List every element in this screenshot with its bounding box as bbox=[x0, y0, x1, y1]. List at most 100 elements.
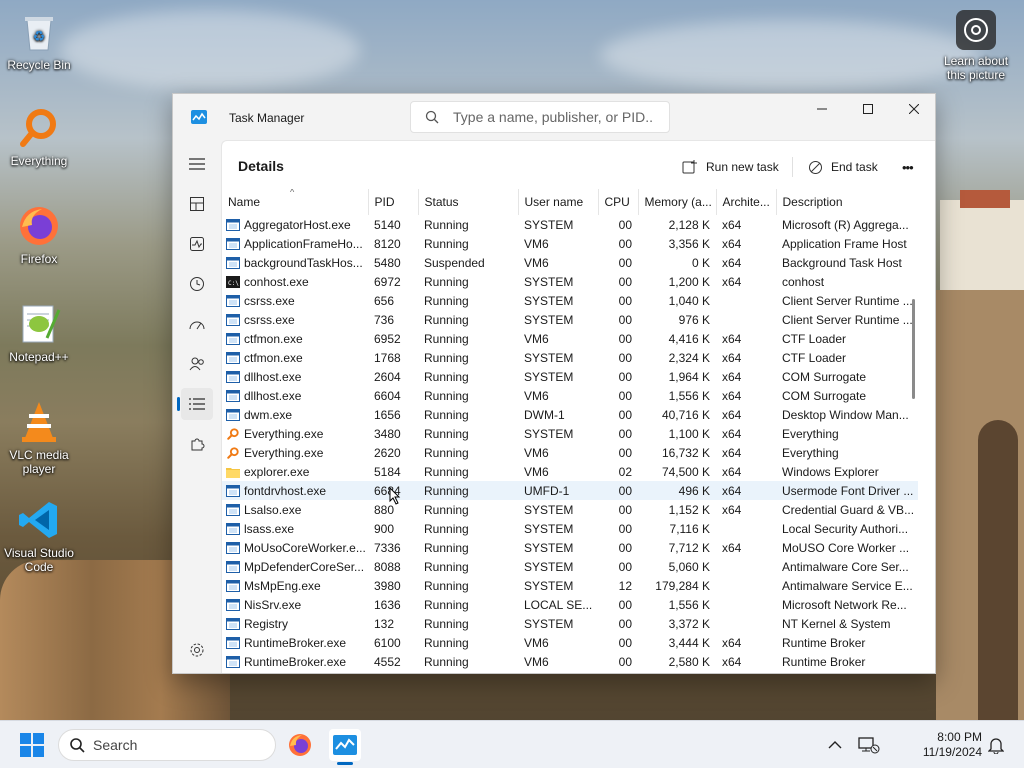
cell-description: CTF Loader bbox=[782, 350, 847, 365]
cell-architecture: x64 bbox=[716, 481, 776, 500]
column-header-name[interactable]: ^ Name bbox=[222, 189, 369, 215]
cell-status: Running bbox=[424, 274, 469, 289]
table-row[interactable]: dwm.exe 1656 Running DWM-1 00 40,716 K x64 Desk… bbox=[222, 405, 918, 424]
nav-app-history[interactable] bbox=[181, 268, 213, 300]
column-header-cpu[interactable]: CPU bbox=[598, 189, 639, 215]
column-header-architecture[interactable]: Archite... bbox=[716, 189, 777, 215]
run-new-task-button[interactable]: Run new task bbox=[682, 153, 779, 181]
windows-logo-icon bbox=[20, 733, 44, 757]
title-bar[interactable]: Task Manager bbox=[173, 94, 935, 140]
details-table-container[interactable]: ^ Name PID Status User name CPU Memory (a… bbox=[222, 189, 919, 673]
cell-name: Everything.exe bbox=[222, 443, 368, 462]
network-status-button[interactable] bbox=[858, 721, 880, 768]
table-row[interactable]: C:\ conhost.exe 6972 Running SYSTEM 00 1,200 K… bbox=[222, 272, 918, 291]
cell-architecture: x64 bbox=[722, 540, 742, 555]
cell-name: backgroundTaskHos... bbox=[222, 253, 368, 272]
table-row[interactable]: explorer.exe 5184 Running VM6 02 74,500 K x64 W… bbox=[222, 462, 918, 481]
learn-about-picture[interactable]: Learn about this picture bbox=[936, 10, 1016, 82]
cell-status: Running bbox=[424, 445, 469, 460]
desktop-icon-notepadpp[interactable]: Notepad++ bbox=[1, 302, 77, 364]
table-row[interactable]: RuntimeBroker.exe 4552 Running VM6 00 2,580 K… bbox=[222, 652, 918, 671]
cell-description: Antimalware Service E... bbox=[782, 578, 913, 593]
table-row[interactable]: MsMpEng.exe 3980 Running SYSTEM 12 179,284 K A… bbox=[222, 576, 918, 595]
cell-pid: 6100 bbox=[374, 635, 401, 650]
desktop-icon-firefox[interactable]: Firefox bbox=[1, 204, 77, 266]
table-row[interactable]: ctfmon.exe 6952 Running VM6 00 4,416 K x64 CTF … bbox=[222, 329, 918, 348]
column-header-user-name[interactable]: User name bbox=[518, 189, 599, 215]
notepadpp-icon bbox=[17, 302, 61, 346]
nav-settings[interactable] bbox=[181, 634, 213, 666]
nav-startup-apps[interactable] bbox=[181, 308, 213, 340]
task-manager-window: Task Manager Type a name, publisher, or … bbox=[172, 93, 936, 674]
more-options-button[interactable]: ••• bbox=[902, 153, 914, 181]
application-icon bbox=[226, 237, 244, 251]
maximize-button[interactable] bbox=[845, 94, 891, 124]
cell-cpu: 00 bbox=[618, 407, 632, 422]
vertical-scrollbar[interactable] bbox=[912, 299, 915, 399]
table-row[interactable]: Everything.exe 3480 Running SYSTEM 00 1,100 K… bbox=[222, 424, 918, 443]
column-header-description[interactable]: Description bbox=[776, 189, 918, 215]
cell-cpu: 00 bbox=[618, 635, 632, 650]
taskbar-firefox[interactable] bbox=[284, 729, 316, 761]
nav-performance[interactable] bbox=[181, 228, 213, 260]
details-table: ^ Name PID Status User name CPU Memory (a… bbox=[222, 189, 918, 671]
table-row[interactable]: RuntimeBroker.exe 6100 Running VM6 00 3,444 K… bbox=[222, 633, 918, 652]
table-row[interactable]: MpDefenderCoreSer... 8088 Running SYSTEM 00 5… bbox=[222, 557, 918, 576]
desktop-icon-vscode[interactable]: Visual Studio Code bbox=[1, 498, 77, 574]
table-row[interactable]: Everything.exe 2620 Running VM6 00 16,732 K x6… bbox=[222, 443, 918, 462]
task-manager-app-icon bbox=[191, 110, 207, 124]
table-row[interactable]: dllhost.exe 6604 Running VM6 00 1,556 K x64 COM… bbox=[222, 386, 918, 405]
taskbar-task-manager[interactable] bbox=[329, 729, 361, 765]
nav-users[interactable] bbox=[181, 348, 213, 380]
hamburger-menu-button[interactable] bbox=[181, 148, 213, 180]
process-name: explorer.exe bbox=[244, 464, 310, 479]
table-row[interactable]: ApplicationFrameHo... 8120 Running VM6 00 3,3… bbox=[222, 234, 918, 253]
application-icon bbox=[226, 560, 244, 574]
table-row[interactable]: AggregatorHost.exe 5140 Running SYSTEM 00 2,1… bbox=[222, 215, 918, 234]
process-name: lsass.exe bbox=[244, 521, 295, 536]
desktop-icon-recycle-bin[interactable]: ♻ Recycle Bin bbox=[1, 10, 77, 72]
desktop-icon-label: Notepad++ bbox=[9, 350, 69, 364]
table-row[interactable]: fontdrvhost.exe 6684 Running UMFD-1 00 496 Kx… bbox=[222, 481, 918, 500]
folder-icon bbox=[226, 465, 244, 479]
cell-memory: 40,716 K bbox=[661, 407, 710, 422]
cell-status: Running bbox=[424, 350, 469, 365]
taskbar-search[interactable]: Search bbox=[58, 729, 276, 761]
nav-services[interactable] bbox=[181, 428, 213, 460]
application-icon bbox=[226, 351, 244, 365]
notifications-button[interactable] bbox=[988, 721, 1004, 768]
desktop-icon-everything[interactable]: Everything bbox=[1, 106, 77, 168]
column-header-status[interactable]: Status bbox=[418, 189, 519, 215]
cell-description: Credential Guard & VB... bbox=[782, 502, 915, 517]
cell-description: Microsoft (R) Aggrega... bbox=[782, 217, 909, 232]
show-hidden-icons-button[interactable] bbox=[828, 721, 842, 768]
table-row[interactable]: csrss.exe 656 Running SYSTEM 00 1,040 K Client… bbox=[222, 291, 918, 310]
desktop-icon-vlc[interactable]: VLC media player bbox=[1, 400, 77, 476]
minimize-button[interactable] bbox=[799, 94, 845, 124]
column-header-pid[interactable]: PID bbox=[368, 189, 419, 215]
table-row[interactable]: NisSrv.exe 1636 Running LOCAL SE... 00 1,556 … bbox=[222, 595, 918, 614]
process-name: ApplicationFrameHo... bbox=[244, 236, 363, 251]
application-icon bbox=[226, 541, 244, 555]
cell-user-name: VM6 bbox=[524, 331, 549, 346]
table-row[interactable]: backgroundTaskHos... 5480 Suspended VM6 00 0 … bbox=[222, 253, 918, 272]
table-row[interactable]: csrss.exe 736 Running SYSTEM 00 976 K Client S… bbox=[222, 310, 918, 329]
nav-details[interactable] bbox=[177, 388, 213, 420]
search-input[interactable] bbox=[453, 109, 653, 125]
column-header-memory[interactable]: Memory (a... bbox=[638, 189, 717, 215]
table-row[interactable]: Registry 132 Running SYSTEM 00 3,372 K NT Kern… bbox=[222, 614, 918, 633]
nav-processes[interactable] bbox=[181, 188, 213, 220]
cell-name: csrss.exe bbox=[222, 310, 368, 329]
search-box[interactable] bbox=[410, 101, 670, 133]
system-clock[interactable]: 8:00 PM 11/19/2024 bbox=[923, 730, 982, 760]
table-row[interactable]: MoUsoCoreWorker.e... 7336 Running SYSTEM 00 7… bbox=[222, 538, 918, 557]
start-button[interactable] bbox=[20, 733, 44, 757]
process-name: fontdrvhost.exe bbox=[244, 483, 327, 498]
cell-architecture: x64 bbox=[722, 274, 742, 289]
table-row[interactable]: lsass.exe 900 Running SYSTEM 00 7,116 K Local … bbox=[222, 519, 918, 538]
table-row[interactable]: Lsalso.exe 880 Running SYSTEM 00 1,152 Kx64 Cr… bbox=[222, 500, 918, 519]
end-task-button[interactable]: End task bbox=[808, 153, 878, 181]
table-row[interactable]: ctfmon.exe 1768 Running SYSTEM 00 2,324 K x64 C… bbox=[222, 348, 918, 367]
close-button[interactable] bbox=[891, 94, 937, 124]
table-row[interactable]: dllhost.exe 2604 Running SYSTEM 00 1,964 K x64… bbox=[222, 367, 918, 386]
